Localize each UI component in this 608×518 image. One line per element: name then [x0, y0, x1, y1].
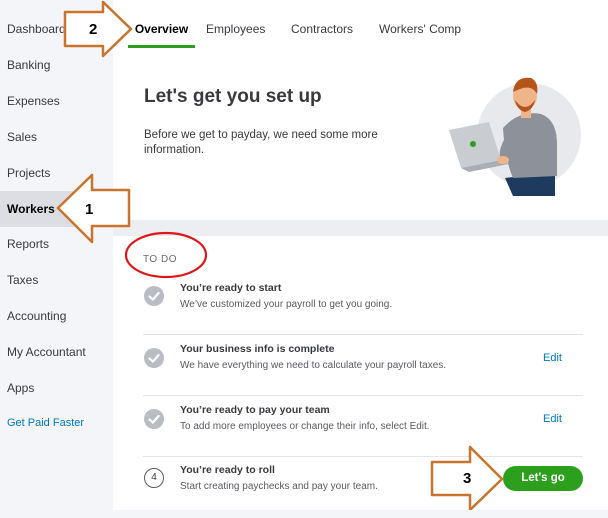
- step-number-icon: 4: [144, 468, 164, 488]
- edit-team-link[interactable]: Edit: [543, 413, 562, 425]
- get-paid-faster-link[interactable]: Get Paid Faster: [0, 405, 113, 441]
- person-with-laptop-illustration: [449, 77, 581, 196]
- annotation-label-3: 3: [463, 470, 472, 487]
- annotation-label-1: 1: [85, 201, 94, 218]
- sidebar-item-accounting[interactable]: Accounting: [0, 298, 113, 334]
- check-circle-icon: [144, 286, 164, 306]
- sidebar-item-expenses[interactable]: Expenses: [0, 83, 113, 119]
- check-circle-icon: [144, 348, 164, 368]
- sidebar-item-banking[interactable]: Banking: [0, 47, 113, 83]
- check-circle-icon: [144, 409, 164, 429]
- setup-description: Before we get to payday, we need some mo…: [144, 129, 378, 156]
- sidebar-item-workers[interactable]: Workers: [0, 191, 113, 227]
- todo-item-pay-team: You’re ready to pay your team To add mor…: [143, 396, 583, 457]
- sidebar-item-projects[interactable]: Projects: [0, 155, 113, 191]
- lets-go-button[interactable]: Let's go: [503, 466, 583, 491]
- tab-overview[interactable]: Overview: [128, 0, 195, 48]
- todo-item-business-info: Your business info is complete We have e…: [143, 335, 583, 396]
- todo-item-title: Your business info is complete: [180, 343, 335, 355]
- main-content: Overview Employees Contractors Workers' …: [113, 0, 608, 510]
- tab-workers-comp[interactable]: Workers' Comp: [379, 0, 461, 46]
- sidebar-item-sales[interactable]: Sales: [0, 119, 113, 155]
- setup-card: Let's get you set up Before we get to pa…: [113, 48, 608, 220]
- todo-item-desc: We’ve customized your payroll to get you…: [180, 299, 393, 310]
- sidebar-item-my-accountant[interactable]: My Accountant: [0, 334, 113, 370]
- todo-item-title: You’re ready to start: [180, 282, 282, 294]
- edit-business-info-link[interactable]: Edit: [543, 352, 562, 364]
- sidebar-nav: Dashboard Banking Expenses Sales Project…: [0, 0, 113, 510]
- todo-heading: TO DO: [143, 254, 177, 265]
- setup-title: Let's get you set up: [144, 86, 322, 107]
- todo-item-title: You’re ready to pay your team: [180, 404, 330, 416]
- workers-tabs: Overview Employees Contractors Workers' …: [113, 0, 608, 48]
- sidebar-item-apps[interactable]: Apps: [0, 370, 113, 406]
- todo-item-desc: We have everything we need to calculate …: [180, 360, 447, 371]
- todo-item-desc: To add more employees or change their in…: [180, 421, 430, 432]
- todo-item-ready-to-start: You’re ready to start We’ve customized y…: [143, 274, 583, 335]
- todo-item-title: You’re ready to roll: [180, 464, 275, 476]
- tab-contractors[interactable]: Contractors: [291, 0, 353, 46]
- sidebar-item-taxes[interactable]: Taxes: [0, 262, 113, 298]
- sidebar-item-reports[interactable]: Reports: [0, 226, 113, 262]
- annotation-label-2: 2: [89, 21, 98, 38]
- todo-item-desc: Start creating paychecks and pay your te…: [180, 481, 378, 492]
- tab-employees[interactable]: Employees: [206, 0, 265, 46]
